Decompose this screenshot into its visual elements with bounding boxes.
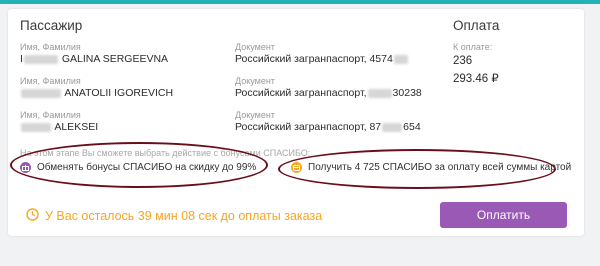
document-label: Документ [235, 110, 275, 120]
passenger-1-document: Российский загранпаспорт, 4574 [235, 53, 409, 65]
document-label: Документ [235, 42, 275, 52]
document-label: Документ [235, 76, 275, 86]
pay-button[interactable]: Оплатить [440, 202, 567, 228]
to-pay-label: К оплате: [453, 42, 493, 52]
spasibo-earn-label: Получить 4 725 СПАСИБО за оплату всей су… [308, 162, 572, 173]
passenger-2-document: Российский загранпаспорт, 30238 [235, 87, 422, 99]
name-label: Имя, Фамилия [20, 42, 81, 52]
passenger-3-name: ALEKSEI [20, 121, 98, 133]
spasibo-discount-label: Обменять бонусы СПАСИБО на скидку до 99% [37, 162, 257, 173]
clock-icon [26, 208, 39, 224]
spasibo-discount-option[interactable]: Обменять бонусы СПАСИБО на скидку до 99% [20, 162, 256, 173]
name-label: Имя, Фамилия [20, 110, 81, 120]
passenger-2-name: ANATOLII IGOREVICH [20, 87, 173, 99]
card-icon [291, 162, 302, 173]
name-label: Имя, Фамилия [20, 76, 81, 86]
gift-icon [20, 162, 31, 173]
passenger-header: Пассажир [20, 18, 83, 33]
payment-amount-line2: 293.46 ₽ [453, 73, 499, 85]
payment-header: Оплата [453, 18, 500, 33]
top-accent-bar [0, 0, 600, 4]
spasibo-earn-option[interactable]: Получить 4 725 СПАСИБО за оплату всей су… [291, 162, 571, 173]
payment-amount-line1: 236 [453, 55, 473, 67]
passenger-3-document: Российский загранпаспорт, 87 654 [235, 121, 421, 133]
timer-text: У Вас осталось 39 мин 08 сек до оплаты з… [45, 209, 323, 223]
booking-card: Пассажир Оплата Имя, Фамилия I GALINA SE… [8, 9, 584, 236]
payment-timer: У Вас осталось 39 мин 08 сек до оплаты з… [26, 208, 322, 224]
passenger-1-name: I GALINA SERGEEVNA [20, 53, 169, 65]
